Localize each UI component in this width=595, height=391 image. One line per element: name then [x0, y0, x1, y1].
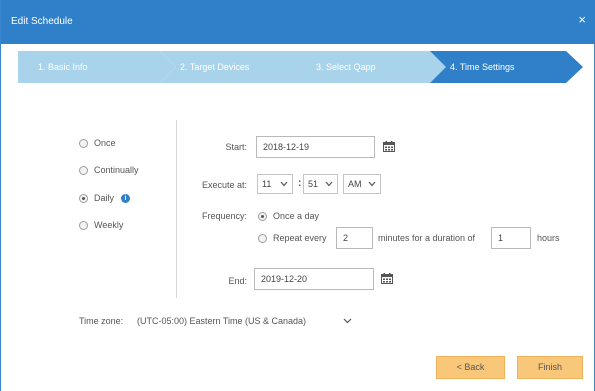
radio-continually[interactable] — [79, 166, 88, 176]
minute-select[interactable]: 51 — [303, 174, 338, 194]
wizard-steps: 1. Basic Info 2. Target Devices 3. Selec… — [18, 51, 584, 83]
option-label: Daily — [94, 193, 115, 203]
end-date-input[interactable]: 2019-12-20 — [254, 268, 374, 290]
step-label: 3. Select Qapp — [316, 62, 376, 72]
chevron-down-icon — [325, 181, 333, 187]
option-continually[interactable]: Continually — [79, 163, 139, 177]
radio-daily[interactable] — [79, 194, 88, 204]
hour-select[interactable]: 11 — [257, 174, 293, 194]
timezone-label: Time zone: — [79, 316, 124, 326]
duration-hours-input[interactable]: 1 — [491, 227, 531, 249]
option-label: Once — [94, 138, 116, 148]
step-basic-info[interactable]: 1. Basic Info — [18, 51, 178, 83]
time-separator: : — [298, 178, 302, 189]
execute-at-label: Execute at: — [201, 180, 247, 190]
calendar-icon[interactable] — [381, 273, 393, 284]
back-button[interactable]: < Back — [436, 356, 505, 379]
step-label: 2. Target Devices — [180, 62, 250, 72]
step-label: 1. Basic Info — [38, 62, 88, 72]
ampm-value: AM — [348, 179, 362, 189]
option-label: Once a day — [273, 211, 320, 221]
chevron-down-icon — [368, 181, 376, 187]
finish-button[interactable]: Finish — [517, 356, 583, 379]
option-once-a-day[interactable]: Once a day — [258, 209, 319, 223]
timezone-select[interactable]: (UTC-05:00) Eastern Time (US & Canada) — [137, 316, 306, 326]
option-weekly[interactable]: Weekly — [79, 218, 123, 232]
ampm-select[interactable]: AM — [343, 174, 381, 194]
minutes-duration-text: minutes for a duration of — [378, 233, 476, 243]
option-daily[interactable]: Daily i — [79, 191, 131, 205]
hours-text: hours — [537, 233, 560, 243]
minute-value: 51 — [308, 179, 319, 189]
hour-value: 11 — [262, 179, 272, 189]
repeat-minutes-input[interactable]: 2 — [336, 227, 373, 249]
option-repeat-every[interactable]: Repeat every — [258, 231, 327, 245]
radio-once[interactable] — [79, 139, 88, 149]
dialog-title: Edit Schedule — [11, 16, 73, 27]
calendar-icon[interactable] — [383, 141, 395, 152]
vertical-divider — [176, 120, 177, 298]
frequency-label: Frequency: — [201, 211, 247, 221]
radio-once-a-day[interactable] — [258, 212, 267, 222]
info-icon[interactable]: i — [121, 194, 131, 204]
edit-schedule-dialog: Edit Schedule × 1. Basic Info 2. Target … — [0, 0, 595, 391]
radio-weekly[interactable] — [79, 221, 88, 231]
option-label: Repeat every — [273, 233, 327, 243]
radio-repeat-every[interactable] — [258, 234, 267, 244]
chevron-down-icon[interactable] — [343, 318, 352, 324]
step-label: 4. Time Settings — [450, 62, 515, 72]
end-label: End: — [228, 276, 247, 286]
option-label: Weekly — [94, 220, 124, 230]
close-icon[interactable]: × — [578, 13, 586, 26]
step-time-settings[interactable]: 4. Time Settings — [430, 51, 584, 83]
dialog-titlebar: Edit Schedule × — [1, 0, 595, 44]
chevron-down-icon — [280, 181, 288, 187]
start-label: Start: — [225, 142, 247, 152]
option-once[interactable]: Once — [79, 136, 116, 150]
start-date-input[interactable]: 2018-12-19 — [256, 136, 375, 158]
option-label: Continually — [94, 165, 139, 175]
